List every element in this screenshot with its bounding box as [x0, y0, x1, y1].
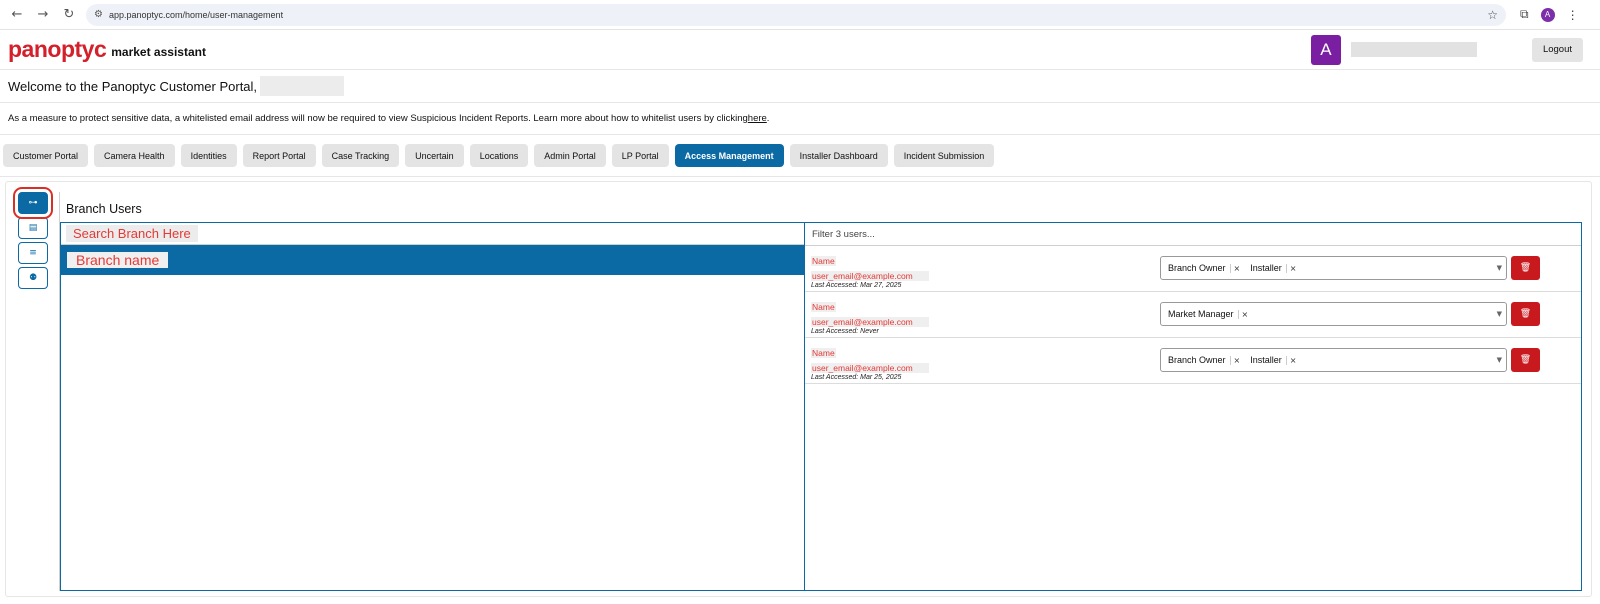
chevron-down-icon[interactable]: ▼ — [1497, 356, 1502, 364]
branch-list-item[interactable]: Branch name — [61, 245, 804, 275]
groups-view-button[interactable]: ⚉ — [18, 267, 48, 289]
logout-button[interactable]: Logout — [1531, 37, 1583, 62]
identities-view-button[interactable]: ▤ — [18, 217, 48, 239]
portal-tabs: Customer Portal Camera Health Identities… — [0, 135, 1600, 177]
branch-name: Branch name — [67, 252, 169, 268]
branch-search-input[interactable]: Search Branch Here — [66, 225, 198, 242]
redacted-user-name — [1350, 42, 1477, 57]
remove-role-icon[interactable]: × — [1285, 355, 1296, 365]
notice-text: As a measure to protect sensitive data, … — [8, 113, 748, 124]
bookmark-star-icon[interactable]: ☆ — [1487, 8, 1498, 22]
browser-profile-avatar[interactable]: A — [1540, 7, 1555, 22]
last-accessed: Last Accessed: Mar 27, 2025 — [811, 282, 902, 289]
role-label: Installer — [1250, 355, 1282, 365]
extensions-icon[interactable]: ⧉ — [1520, 7, 1529, 22]
delete-user-button[interactable]: 🗑 — [1511, 302, 1540, 326]
remove-role-icon[interactable]: × — [1285, 263, 1296, 273]
trash-icon: 🗑 — [1519, 263, 1532, 273]
whitelist-notice: As a measure to protect sensitive data, … — [0, 103, 1600, 135]
browser-toolbar: ← → ↻ ⚙ app.panoptyc.com/home/user-manag… — [0, 0, 1600, 30]
app-header: panoptyc market assistant A Logout — [0, 30, 1600, 70]
role-chip: Installer × — [1247, 355, 1299, 365]
reload-icon[interactable]: ↻ — [60, 6, 78, 24]
role-chip: Installer × — [1247, 263, 1299, 273]
tab-camera-health[interactable]: Camera Health — [94, 144, 175, 167]
tab-admin-portal[interactable]: Admin Portal — [534, 144, 606, 167]
chevron-down-icon[interactable]: ▼ — [1497, 310, 1502, 318]
access-management-panel: ⊶ ▤ ≡ ⚉ Branch Users Search Branch Here … — [5, 181, 1592, 597]
users-filter — [805, 223, 1581, 246]
user-name: Name — [811, 348, 836, 358]
tab-access-management[interactable]: Access Management — [674, 144, 784, 167]
tab-identities[interactable]: Identities — [180, 144, 237, 167]
welcome-text: Welcome to the Panoptyc Customer Portal, — [8, 78, 258, 94]
delete-user-button[interactable]: 🗑 — [1511, 348, 1540, 372]
role-chip: Branch Owner × — [1165, 355, 1243, 365]
tab-report-portal[interactable]: Report Portal — [242, 144, 316, 167]
remove-role-icon[interactable]: × — [1229, 263, 1240, 273]
browser-menu-icon[interactable]: ⋮ — [1567, 8, 1579, 22]
last-accessed: Last Accessed: Never — [811, 328, 879, 335]
users-panel: Name user_email@example.com Last Accesse… — [805, 222, 1582, 591]
user-info: Name user_email@example.com Last Accesse… — [811, 297, 929, 335]
group-icon: ⚉ — [28, 273, 38, 283]
user-avatar[interactable]: A — [1310, 34, 1341, 65]
user-info: Name user_email@example.com Last Accesse… — [811, 251, 929, 289]
role-chip: Branch Owner × — [1165, 263, 1243, 273]
whitelist-help-link[interactable]: here — [748, 113, 767, 124]
user-info: Name user_email@example.com Last Accesse… — [811, 343, 929, 381]
user-name: Name — [811, 256, 836, 266]
role-label: Installer — [1250, 263, 1282, 273]
last-accessed: Last Accessed: Mar 25, 2025 — [811, 374, 902, 381]
branch-search[interactable]: Search Branch Here — [61, 223, 804, 245]
branch-list-panel: Search Branch Here Branch name — [60, 222, 805, 591]
tab-installer-dashboard[interactable]: Installer Dashboard — [789, 144, 888, 167]
remove-role-icon[interactable]: × — [1229, 355, 1240, 365]
tab-locations[interactable]: Locations — [469, 144, 529, 167]
role-multiselect[interactable]: Market Manager × ▼ — [1160, 302, 1507, 326]
remove-role-icon[interactable]: × — [1237, 309, 1248, 319]
back-icon[interactable]: ← — [8, 6, 26, 24]
role-label: Branch Owner — [1168, 263, 1226, 273]
page-title: Branch Users — [66, 202, 142, 216]
role-chip: Market Manager × — [1165, 309, 1251, 319]
brand-subtitle: market assistant — [111, 45, 206, 59]
branch-users-content: Branch Users Search Branch Here Branch n… — [59, 192, 1582, 591]
view-switcher: ⊶ ▤ ≡ ⚉ — [13, 187, 53, 292]
welcome-banner: Welcome to the Panoptyc Customer Portal, — [0, 70, 1600, 103]
user-email: user_email@example.com — [811, 271, 929, 281]
delete-user-button[interactable]: 🗑 — [1511, 256, 1540, 280]
branch-tree-icon: ⊶ — [28, 198, 38, 208]
branch-users-view-button[interactable]: ⊶ — [13, 187, 53, 219]
role-label: Branch Owner — [1168, 355, 1226, 365]
id-card-icon: ▤ — [28, 223, 38, 233]
users-filter-input[interactable] — [812, 228, 1574, 240]
address-bar[interactable]: ⚙ app.panoptyc.com/home/user-management … — [86, 3, 1506, 26]
site-settings-icon[interactable]: ⚙ — [94, 9, 103, 20]
list-icon: ≡ — [29, 248, 37, 258]
trash-icon: 🗑 — [1519, 355, 1532, 365]
list-view-button[interactable]: ≡ — [18, 242, 48, 264]
tab-case-tracking[interactable]: Case Tracking — [321, 144, 400, 167]
role-label: Market Manager — [1168, 309, 1234, 319]
tab-lp-portal[interactable]: LP Portal — [611, 144, 669, 167]
tab-uncertain[interactable]: Uncertain — [405, 144, 464, 167]
url-text: app.panoptyc.com/home/user-management — [108, 9, 284, 20]
forward-icon[interactable]: → — [34, 6, 52, 24]
user-row: Name user_email@example.com Last Accesse… — [805, 338, 1581, 384]
trash-icon: 🗑 — [1519, 309, 1532, 319]
user-row: Name user_email@example.com Last Accesse… — [805, 246, 1581, 292]
notice-suffix: . — [766, 113, 770, 124]
role-multiselect[interactable]: Branch Owner × Installer × ▼ — [1160, 348, 1507, 372]
user-email: user_email@example.com — [811, 363, 929, 373]
tab-incident-submission[interactable]: Incident Submission — [893, 144, 995, 167]
redacted-customer-name — [260, 76, 345, 96]
role-multiselect[interactable]: Branch Owner × Installer × ▼ — [1160, 256, 1507, 280]
user-row: Name user_email@example.com Last Accesse… — [805, 292, 1581, 338]
user-name: Name — [811, 302, 836, 312]
brand-logo[interactable]: panoptyc — [8, 36, 107, 63]
user-email: user_email@example.com — [811, 317, 929, 327]
chevron-down-icon[interactable]: ▼ — [1497, 264, 1502, 272]
tab-customer-portal[interactable]: Customer Portal — [3, 144, 89, 167]
